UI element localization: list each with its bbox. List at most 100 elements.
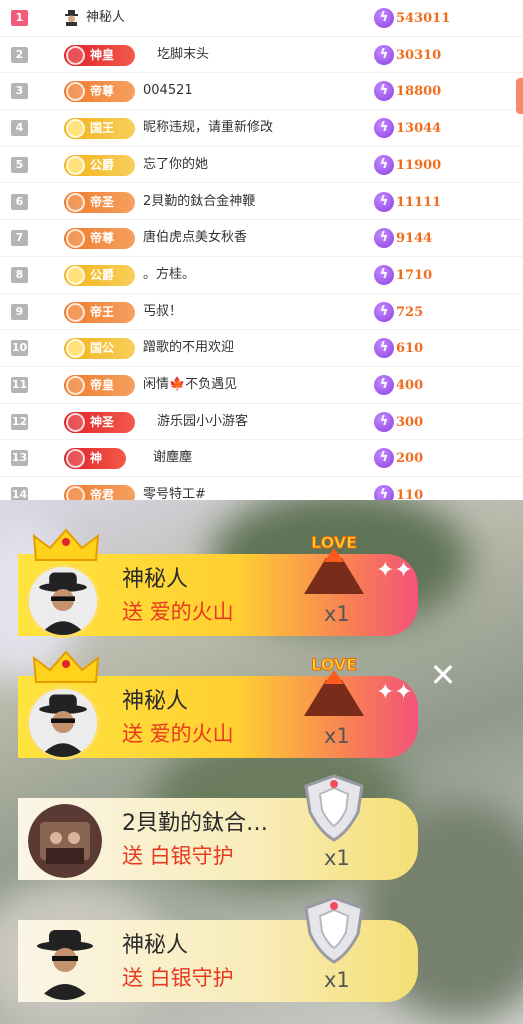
user-name: 丐叔！ [143,303,183,319]
rank-badge: 帝尊 [64,228,135,250]
rank-badge: 帝王 [64,301,135,323]
rank-badge: 帝圣 [64,191,135,213]
badge-emblem-icon [66,412,85,432]
gift-action: 送 白银守护 [122,844,234,868]
badge-emblem-icon [66,192,85,212]
user-name: 昵称违规，请重新修改 [143,120,274,136]
sender-name: 2貝勤的鈦合… [122,811,268,836]
badge-emblem-icon [66,339,85,359]
leaderboard-row[interactable]: 13 神 谢塵塵 ϟ 200 [0,440,523,478]
rank-badge: 帝皇 [64,375,135,396]
user-name: 圪脚末头 [157,46,210,62]
gift-count: x1 [324,968,350,992]
user-name: 2貝勤的鈦合金神鞭 [143,193,256,209]
gift-notification: 神秘人 送 爱的火山 LOVE ✦✦ x1 [18,650,418,760]
gift-action: 送 爱的火山 [122,600,234,624]
sender-name: 神秘人 [122,567,189,592]
sender-name: 神秘人 [122,689,189,714]
rank-number: 6 [11,193,28,210]
avatar[interactable] [26,686,100,760]
avatar[interactable] [26,564,100,638]
rank-number: 2 [11,46,28,63]
user-name: 004521 [143,83,193,99]
lightning-coin-icon: ϟ [374,375,394,395]
leaderboard-row[interactable]: 3 帝尊 004521 ϟ 18800 [0,73,523,111]
silver-shield-icon [304,774,364,842]
love-volcano-icon: LOVE [304,533,364,594]
user-name: 忘了你的她 [143,156,209,172]
badge-emblem-icon [66,45,85,65]
spy-avatar-icon [37,930,93,1000]
badge-emblem-icon [66,265,85,285]
side-tab-handle[interactable] [516,78,523,114]
leaderboard-row[interactable]: 9 帝王 丐叔！ ϟ 725 [0,294,523,331]
gift-count: x1 [324,846,350,870]
spy-avatar-icon [29,567,97,635]
rank-number: 7 [11,230,28,247]
lightning-coin-icon: ϟ [374,485,394,500]
rank-badge: 神皇 [64,44,135,66]
lightning-coin-icon: ϟ [374,81,394,102]
user-name: 神秘人 [86,10,126,25]
svg-text:LOVE: LOVE [311,655,357,674]
gift-notification: 2貝勤的鈦合… 送 白银守护 x1 [18,774,418,880]
leaderboard-row[interactable]: 8 公爵 。方桂。 ϟ 1710 [0,257,523,294]
rank-number: 14 [11,487,28,500]
user-name: 唐伯虎点美女秋香 [143,230,248,246]
lightning-coin-icon: ϟ [374,301,394,322]
leaderboard-row[interactable]: 2 神皇 圪脚末头 ϟ 30310 [0,37,523,74]
badge-emblem-icon [66,229,85,249]
gift-action: 送 白银守护 [122,966,234,990]
leaderboard-row[interactable]: 4 国王 昵称违规，请重新修改 ϟ 13044 [0,110,523,147]
sender-name: 神秘人 [122,933,189,958]
leaderboard-row[interactable]: 5 公爵 忘了你的她 ϟ 11900 [0,147,523,184]
rank-badge: 神 [64,448,126,470]
leaderboard-row[interactable]: 11 帝皇 闲情🍁不负遇见 ϟ 400 [0,367,523,404]
badge-emblem-icon [66,155,85,175]
contribution-leaderboard: 1 神秘人 ϟ 543011 2 神皇 圪脚末头 ϟ 30310 3 帝尊 0045… [0,0,523,500]
silver-shield-icon [304,896,364,964]
lightning-coin-icon: ϟ [374,44,394,65]
leaderboard-row[interactable]: 6 帝圣 2貝勤的鈦合金神鞭 ϟ 11111 [0,184,523,221]
rank-number: 9 [11,303,28,320]
leaderboard-row[interactable]: 10 国公 蹭歌的不用欢迎 ϟ 610 [0,330,523,367]
close-button[interactable]: ✕ [428,659,458,691]
rank-badge: 帝尊 [64,81,135,103]
user-name: 零号特工# [143,487,206,500]
rank-number: 11 [11,377,28,393]
user-name: 。方桂。 [143,266,196,282]
spy-avatar-icon [29,689,97,757]
leaderboard-row[interactable]: 7 帝尊 唐伯虎点美女秋香 ϟ 9144 [0,220,523,257]
sparkle-icon: ✦✦ [376,558,413,583]
lightning-coin-icon: ϟ [374,448,394,469]
rank-badge: 帝君 [64,485,135,500]
live-stream-gift-area: 神秘人 送 爱的火山 LOVE ✦✦ x1 神秘人 送 爱的火山 LOVE ✦✦… [0,500,523,1024]
leaderboard-row[interactable]: 14 帝君 零号特工# ϟ 110 [0,477,523,500]
svg-text:LOVE: LOVE [311,533,357,552]
sparkle-icon: ✦✦ [376,680,413,705]
leaderboard-row[interactable]: 12 神圣 游乐园小小游客 ϟ 300 [0,404,523,441]
user-name: 谢塵塵 [153,450,193,466]
badge-emblem-icon [66,449,85,469]
lightning-coin-icon: ϟ [374,411,394,432]
rank-number: 3 [11,83,28,100]
rank-badge: 神圣 [64,411,135,433]
leaderboard-row[interactable]: 1 神秘人 ϟ 543011 [0,0,523,37]
love-volcano-icon: LOVE [304,655,364,716]
user-name: 游乐园小小游客 [157,413,249,429]
lightning-coin-icon: ϟ [374,228,394,249]
lightning-coin-icon: ϟ [374,154,394,175]
lightning-coin-icon: ϟ [374,8,394,28]
avatar[interactable] [28,804,102,878]
badge-emblem-icon [66,376,85,395]
gift-count: x1 [324,724,350,748]
rank-number: 8 [11,266,28,283]
rank-badge: 国王 [64,118,135,140]
gift-action: 送 爱的火山 [122,722,234,746]
avatar[interactable] [28,926,102,1000]
rank-number: 10 [11,340,28,357]
gift-notification: 神秘人 送 爱的火山 LOVE ✦✦ x1 [18,528,418,638]
crown-icon [32,528,100,561]
user-name: 蹭歌的不用欢迎 [143,340,235,356]
rank-badge: 公爵 [64,154,135,176]
